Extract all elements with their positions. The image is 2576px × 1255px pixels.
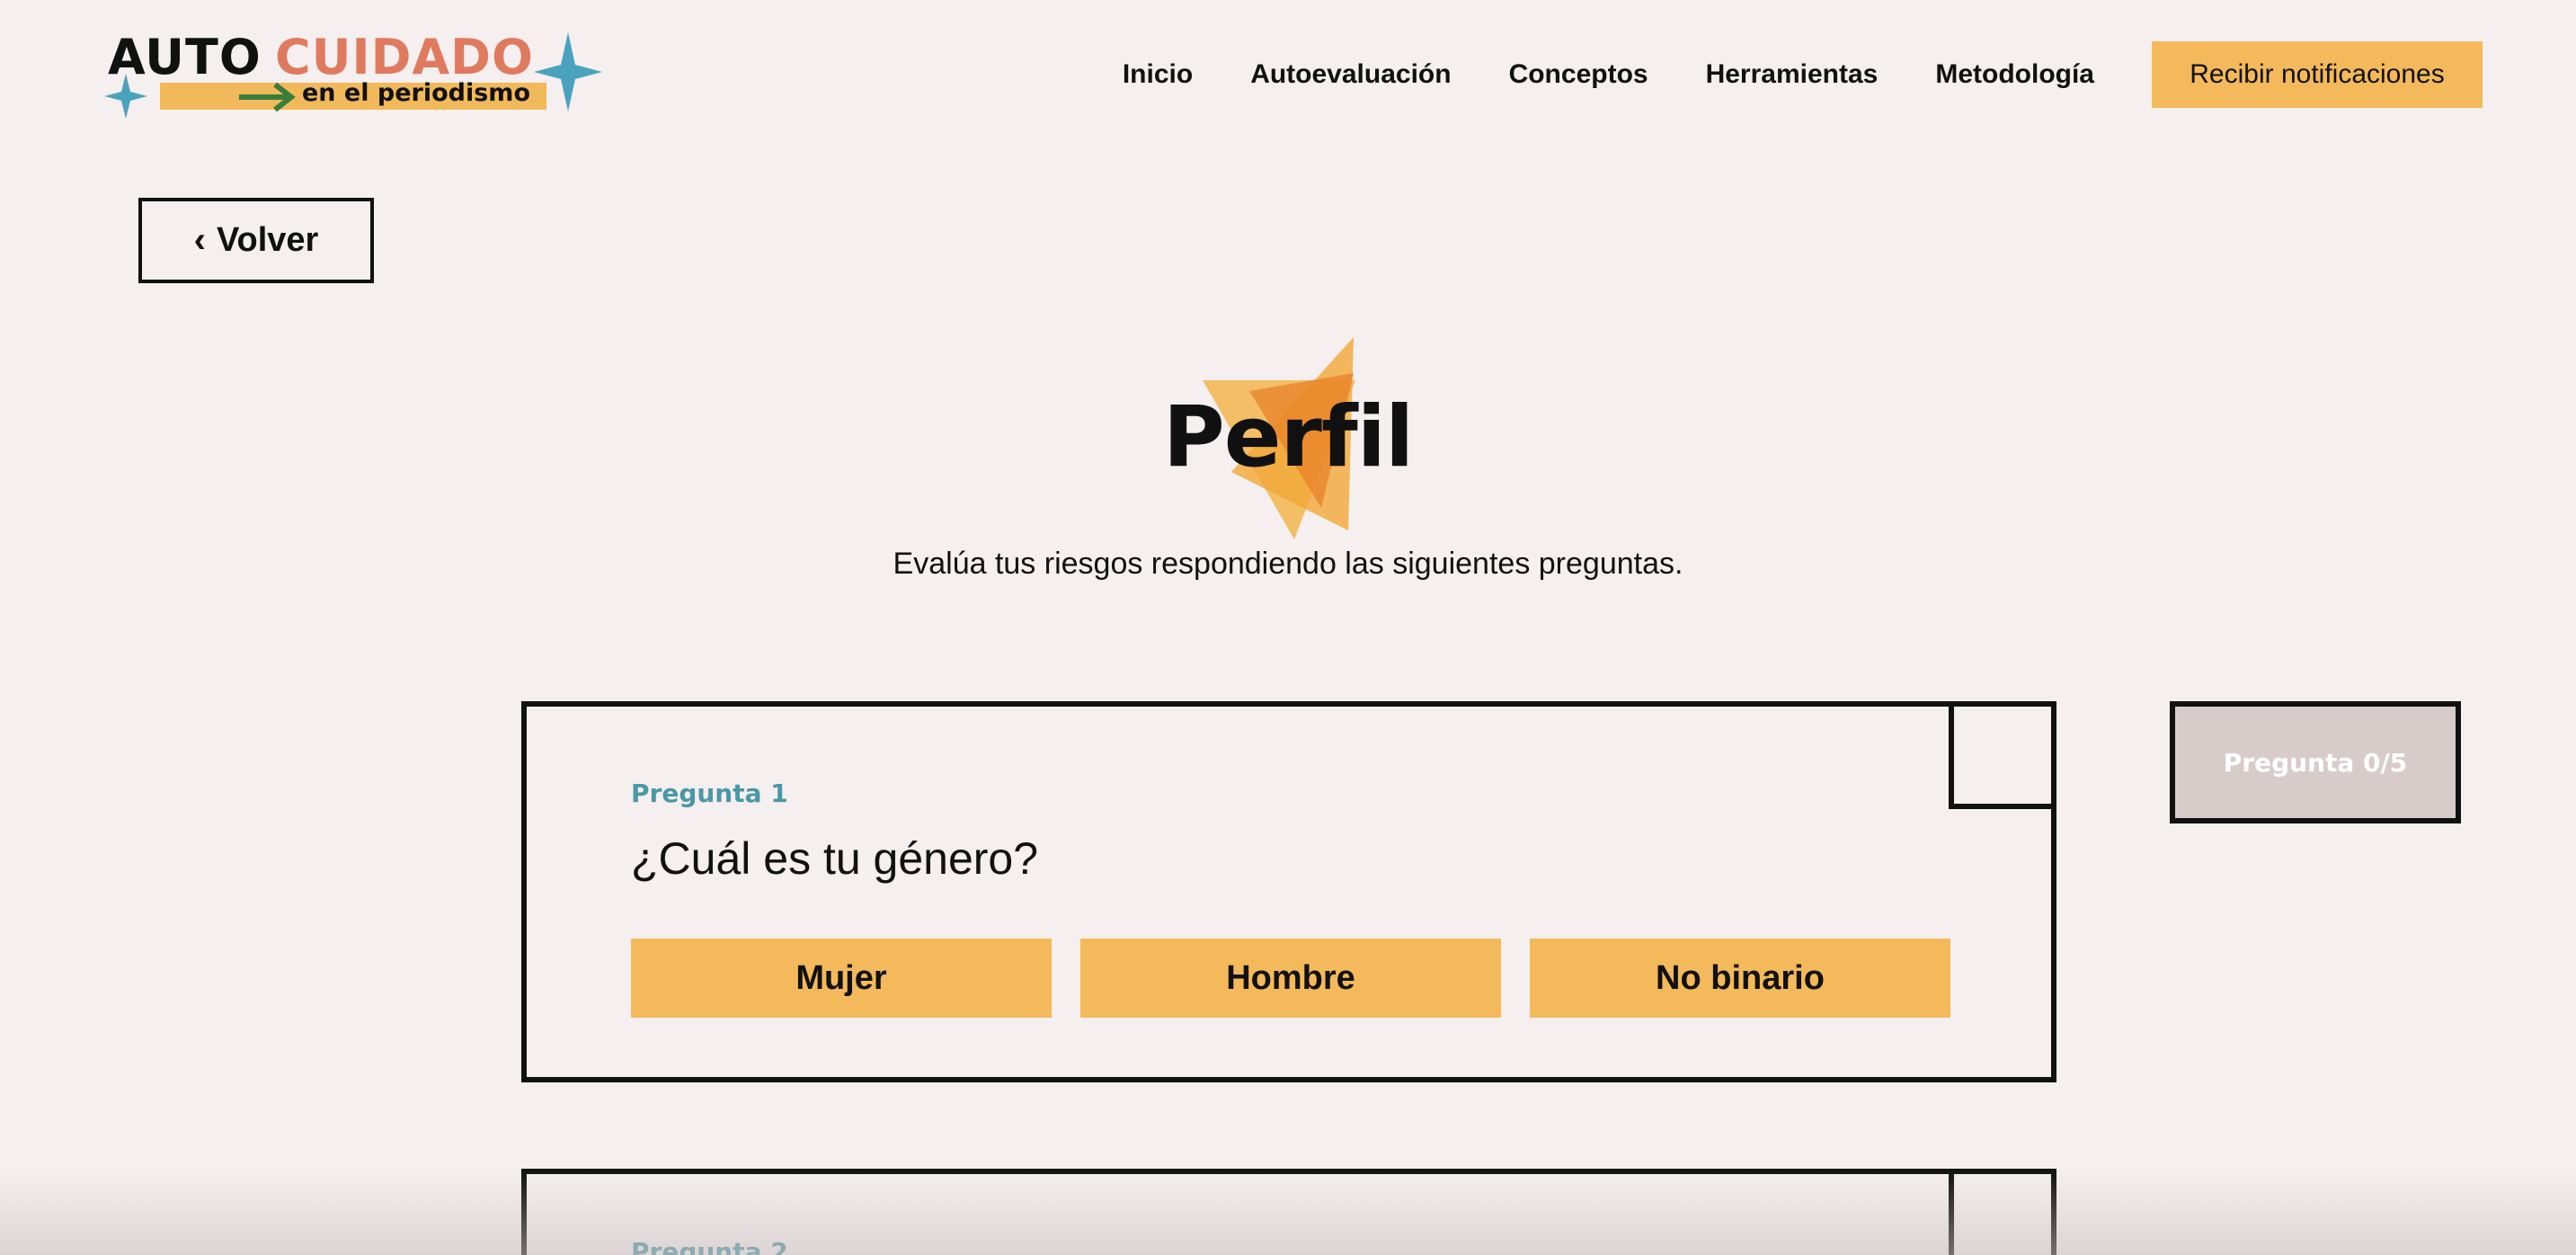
page-title: Perfil bbox=[1162, 388, 1414, 486]
card-corner-box bbox=[1949, 1169, 2056, 1255]
answer-options: Mujer Hombre No binario bbox=[631, 939, 1979, 1018]
logo-arrow-icon bbox=[239, 82, 296, 112]
page-subtitle: Evalúa tus riesgos respondiendo las sigu… bbox=[893, 547, 1683, 581]
option-hombre-button[interactable]: Hombre bbox=[1080, 939, 1501, 1018]
chevron-left-icon: ‹ bbox=[193, 220, 206, 260]
question-card-2: Pregunta 2 bbox=[521, 1169, 2056, 1255]
logo-word-cuidado: CUIDADO bbox=[275, 29, 534, 85]
option-mujer-button[interactable]: Mujer bbox=[631, 939, 1052, 1018]
card-corner-box bbox=[1949, 701, 2056, 809]
back-button-label: Volver bbox=[216, 221, 319, 259]
logo-subtitle: en el periodismo bbox=[302, 79, 530, 107]
site-logo[interactable]: AUTO CUIDADO en el periodismo bbox=[93, 25, 606, 124]
question-card-1: Pregunta 1 ¿Cuál es tu género? Mujer Hom… bbox=[521, 701, 2056, 1082]
back-button[interactable]: ‹ Volver bbox=[138, 198, 374, 283]
question-text: ¿Cuál es tu género? bbox=[631, 833, 1039, 884]
question-number: Pregunta 1 bbox=[631, 779, 788, 808]
nav-item-conceptos[interactable]: Conceptos bbox=[1509, 59, 1648, 90]
nav-item-autoevaluacion[interactable]: Autoevaluación bbox=[1250, 59, 1451, 90]
site-header: AUTO CUIDADO en el periodismo Inicio Aut… bbox=[0, 0, 2576, 153]
nav-item-herramientas[interactable]: Herramientas bbox=[1706, 59, 1879, 90]
question-progress-badge: Pregunta 0/5 bbox=[2170, 701, 2461, 823]
main-nav: Inicio Autoevaluación Conceptos Herramie… bbox=[1123, 41, 2483, 108]
notifications-button[interactable]: Recibir notificaciones bbox=[2152, 41, 2483, 108]
question-number: Pregunta 2 bbox=[631, 1237, 788, 1255]
option-no-binario-button[interactable]: No binario bbox=[1530, 939, 1950, 1018]
nav-item-inicio[interactable]: Inicio bbox=[1123, 59, 1193, 90]
nav-item-metodologia[interactable]: Metodología bbox=[1935, 59, 2094, 90]
logo-word-auto: AUTO bbox=[108, 29, 262, 85]
